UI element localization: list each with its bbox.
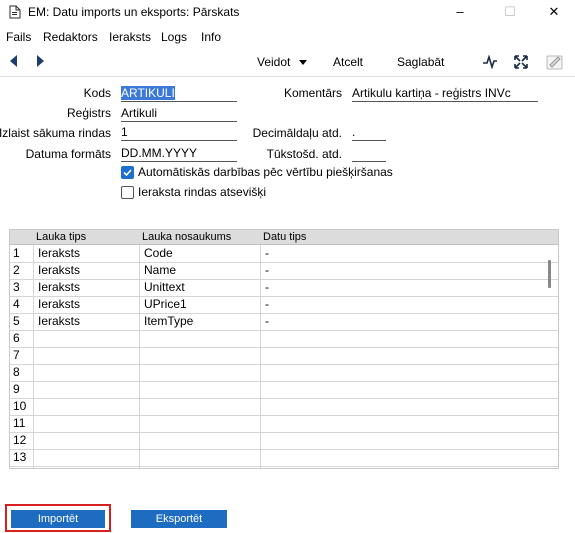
grid-header: Lauka tips Lauka nosaukums Datu tips xyxy=(10,230,558,245)
datuma-field[interactable]: DD.MM.YYYY xyxy=(121,146,237,162)
table-row[interactable]: 1 Ieraksts Code - xyxy=(10,245,558,263)
eksportet-button[interactable]: Eksportēt xyxy=(131,510,227,528)
menu-ieraksts[interactable]: Ieraksts xyxy=(109,28,151,46)
cell-lauka-tips[interactable]: Ieraksts xyxy=(38,280,80,295)
row-number: 2 xyxy=(13,263,20,277)
menu-info[interactable]: Info xyxy=(201,28,221,46)
atcelt-button[interactable]: Atcelt xyxy=(333,55,363,69)
cell-datu-tips[interactable]: - xyxy=(265,314,269,329)
cell-lauka-nosaukums[interactable]: Name xyxy=(144,263,176,278)
importet-button[interactable]: Importēt xyxy=(11,510,105,528)
minimize-button[interactable]: – xyxy=(437,0,483,24)
veidot-button[interactable]: Veidot xyxy=(257,55,307,69)
title-bar: EM: Datu imports un eksports: Pārskats –… xyxy=(0,0,575,24)
header-lauka-tips: Lauka tips xyxy=(36,231,87,243)
kods-field[interactable]: ARTIKULI xyxy=(121,86,237,102)
cell-lauka-tips[interactable]: Ieraksts xyxy=(38,297,80,312)
cell-datu-tips[interactable]: - xyxy=(265,297,269,312)
row-number: 12 xyxy=(13,433,27,447)
checkmark-icon xyxy=(123,169,132,177)
cell-lauka-nosaukums[interactable]: Unittext xyxy=(144,280,185,295)
cell-lauka-tips[interactable]: Ieraksts xyxy=(38,246,80,261)
saglabat-button[interactable]: Saglabāt xyxy=(397,55,444,69)
veidot-label: Veidot xyxy=(257,55,291,69)
cell-datu-tips[interactable]: - xyxy=(265,246,269,261)
table-row[interactable]: 10 xyxy=(10,398,558,416)
prev-arrow-icon[interactable] xyxy=(9,55,19,67)
row-number: 1 xyxy=(13,246,20,260)
auto-label: Automātiskās darbības pēc vērtību piešķi… xyxy=(138,165,393,179)
komentars-field[interactable]: Artikulu kartiņa - reģistrs INVc xyxy=(352,86,538,102)
chevron-down-icon xyxy=(298,59,307,65)
decimal-label: Decimāldaļu atd. xyxy=(252,126,342,140)
row-number: 7 xyxy=(13,348,20,362)
table-row[interactable]: 4 Ieraksts UPrice1 - xyxy=(10,296,558,314)
table-row[interactable]: 5 Ieraksts ItemType - xyxy=(10,313,558,331)
field-grid: Lauka tips Lauka nosaukums Datu tips 1 Ie… xyxy=(9,229,559,469)
tukstosd-label: Tūkstošd. atd. xyxy=(266,147,342,161)
next-arrow-icon[interactable] xyxy=(35,55,45,67)
window-title: EM: Datu imports un eksports: Pārskats xyxy=(28,5,240,19)
activity-icon[interactable] xyxy=(482,55,498,69)
table-row[interactable]: 2 Ieraksts Name - xyxy=(10,262,558,280)
table-row[interactable]: 13 xyxy=(10,449,558,467)
row-number: 8 xyxy=(13,365,20,379)
header-lauka-nosaukums: Lauka nosaukums xyxy=(142,231,232,243)
registrs-label: Reģistrs xyxy=(66,106,111,120)
ieraksta-checkbox[interactable] xyxy=(121,186,134,199)
cell-lauka-nosaukums[interactable]: Code xyxy=(144,246,173,261)
registrs-field[interactable]: Artikuli xyxy=(121,106,237,122)
maximize-button[interactable]: ☐ xyxy=(487,0,533,24)
kods-label: Kods xyxy=(83,86,111,100)
expand-icon[interactable] xyxy=(514,55,528,69)
cell-lauka-tips[interactable]: Ieraksts xyxy=(38,314,80,329)
row-number: 9 xyxy=(13,382,20,396)
decimal-field[interactable]: . xyxy=(352,125,386,141)
menu-logs[interactable]: Logs xyxy=(161,28,187,46)
datuma-label: Datuma formāts xyxy=(25,147,111,161)
menu-bar: Fails Redaktors Ieraksts Logs Info xyxy=(0,28,575,46)
row-number: 6 xyxy=(13,331,20,345)
table-row[interactable]: 11 xyxy=(10,415,558,433)
table-row[interactable]: 8 xyxy=(10,364,558,382)
menu-redaktors[interactable]: Redaktors xyxy=(43,28,98,46)
row-number: 3 xyxy=(13,280,20,294)
table-row[interactable]: 12 xyxy=(10,432,558,450)
table-row[interactable]: 6 xyxy=(10,330,558,348)
app-icon xyxy=(9,5,21,19)
cell-lauka-nosaukums[interactable]: UPrice1 xyxy=(144,297,187,312)
header-datu-tips: Datu tips xyxy=(263,231,307,243)
row-number: 13 xyxy=(13,450,27,464)
toolbar: Veidot Atcelt Saglabāt xyxy=(0,48,575,77)
cell-datu-tips[interactable]: - xyxy=(265,280,269,295)
cell-datu-tips[interactable]: - xyxy=(265,263,269,278)
table-row[interactable]: 3 Ieraksts Unittext - xyxy=(10,279,558,297)
cell-lauka-nosaukums[interactable]: ItemType xyxy=(144,314,193,329)
cell-lauka-tips[interactable]: Ieraksts xyxy=(38,263,80,278)
row-number: 5 xyxy=(13,314,20,328)
auto-checkbox[interactable] xyxy=(121,166,134,179)
izlaist-label: Izlaist sākuma rindas xyxy=(0,126,111,140)
row-number: 4 xyxy=(13,297,20,311)
izlaist-field[interactable]: 1 xyxy=(121,125,237,141)
komentars-label: Komentārs xyxy=(283,86,342,100)
menu-fails[interactable]: Fails xyxy=(6,28,31,46)
kods-value: ARTIKULI xyxy=(121,86,175,100)
table-row[interactable]: 7 xyxy=(10,347,558,365)
tukstosd-field[interactable] xyxy=(352,146,386,162)
row-number: 11 xyxy=(13,416,26,430)
grid-scrollbar[interactable] xyxy=(548,260,551,288)
table-row[interactable]: 9 xyxy=(10,381,558,399)
close-button[interactable]: ✕ xyxy=(531,0,575,24)
row-number: 10 xyxy=(13,399,27,413)
ieraksta-label: Ieraksta rindas atsevišķi xyxy=(138,185,267,199)
attachment-icon[interactable] xyxy=(545,53,565,71)
